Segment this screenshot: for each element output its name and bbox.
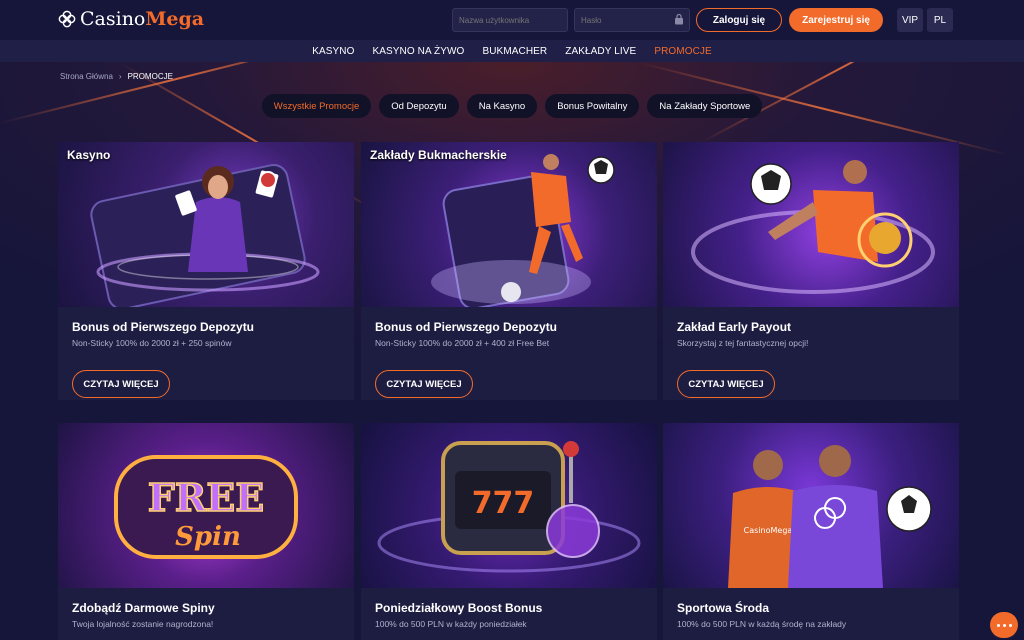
chat-dot-icon <box>1002 623 1006 627</box>
early-payout-illustration <box>691 160 935 294</box>
filter-welcome-bonus[interactable]: Bonus Powitalny <box>545 94 640 118</box>
chat-dot-icon <box>996 623 1000 627</box>
breadcrumb: Strona Główna › PROMOCJE <box>60 72 173 81</box>
free-text: FREE <box>148 475 265 520</box>
promo-title: Zdobądź Darmowe Spiny <box>72 601 215 615</box>
logo-text-casino: Casino <box>80 8 146 30</box>
slot-machine-illustration: 777 <box>377 441 641 573</box>
promo-subtitle: 100% do 500 PLN w każdą środę na zakłady <box>677 619 847 629</box>
promo-image-free-spins[interactable]: FREE Spin <box>58 423 354 588</box>
read-more-button[interactable]: CZYTAJ WIĘCEJ <box>72 370 170 398</box>
promo-title: Bonus od Pierwszego Depozytu <box>375 320 558 334</box>
promo-card-monday-boost: 777 Poniedziałkowy Boost Bonus 100% do 5… <box>361 423 657 640</box>
promo-subtitle: Twoja lojalność zostanie nagrodzona! <box>72 619 214 629</box>
top-header: CasinoMega Zaloguj się Zarejestruj się V… <box>0 0 1024 40</box>
promo-image-casino[interactable]: Kasyno <box>58 142 354 307</box>
promo-image-sports[interactable]: Zakłady Bukmacherskie <box>361 142 657 307</box>
promo-tag: Kasyno <box>67 148 111 162</box>
password-field <box>574 8 690 32</box>
promo-title: Zakład Early Payout <box>677 320 792 334</box>
breadcrumb-home-link[interactable]: Strona Główna <box>60 72 113 81</box>
promo-image-sports-wednesday[interactable]: CasinoMega <box>663 423 959 588</box>
promo-title: Bonus od Pierwszego Depozytu <box>72 320 255 334</box>
casino-dealer-illustration <box>90 164 320 307</box>
promo-subtitle: Non-Sticky 100% do 2000 zł + 250 spinów <box>72 338 232 348</box>
filter-deposit[interactable]: Od Depozytu <box>379 94 459 118</box>
nav-item-zaklady-live[interactable]: ZAKŁADY LIVE <box>565 46 636 57</box>
nav-item-bukmacher[interactable]: BUKMACHER <box>482 46 547 57</box>
nav-item-kasyno[interactable]: KASYNO <box>312 46 354 57</box>
footballer-illustration <box>431 154 615 307</box>
filter-all-promotions[interactable]: Wszystkie Promocje <box>261 94 372 118</box>
main-nav: KASYNO KASYNO NA ŻYWO BUKMACHER ZAKŁADY … <box>0 40 1024 62</box>
password-input[interactable] <box>574 8 690 32</box>
promo-filter-bar: Wszystkie Promocje Od Depozytu Na Kasyno… <box>0 94 1024 118</box>
promo-image-monday-boost[interactable]: 777 <box>361 423 657 588</box>
promo-title: Poniedziałkowy Boost Bonus <box>375 601 543 615</box>
two-players-illustration: CasinoMega <box>728 445 932 588</box>
promo-card-sports-wednesday: CasinoMega Sportowa Środa 100% do 500 PL… <box>663 423 959 640</box>
brand-logo[interactable]: Casino Mega <box>58 8 204 30</box>
promo-subtitle: Skorzystaj z tej fantastycznej opcji! <box>677 338 809 348</box>
promo-image-early-payout[interactable] <box>663 142 959 307</box>
promo-tag: Zakłady Bukmacherskie <box>370 148 507 162</box>
breadcrumb-separator: › <box>118 72 122 81</box>
filter-sports-bets[interactable]: Na Zakłady Sportowe <box>647 94 763 118</box>
vip-button[interactable]: VIP <box>897 8 923 32</box>
free-spin-illustration: FREE Spin <box>114 455 298 559</box>
lock-icon <box>675 13 683 25</box>
promo-card-early-payout: Zakład Early Payout Skorzystaj z tej fan… <box>663 142 959 400</box>
nav-item-kasyno-na-zywo[interactable]: KASYNO NA ŻYWO <box>372 46 464 57</box>
live-chat-button[interactable] <box>990 612 1018 638</box>
sevens-text: 777 <box>472 486 535 521</box>
promo-card-free-spins: FREE Spin Zdobądź Darmowe Spiny Twoja lo… <box>58 423 354 640</box>
promo-card-casino-deposit: Kasyno Bonus od Pierwszego Depozytu Non-… <box>58 142 354 400</box>
nav-item-promocje[interactable]: PROMOCJE <box>654 46 711 57</box>
promo-title: Sportowa Środa <box>677 601 770 615</box>
filter-casino[interactable]: Na Kasyno <box>466 94 538 118</box>
read-more-button[interactable]: CZYTAJ WIĘCEJ <box>677 370 775 398</box>
promo-subtitle: Non-Sticky 100% do 2000 zł + 400 zł Free… <box>375 338 550 348</box>
jersey-text: CasinoMega <box>744 526 793 535</box>
promo-card-sports-deposit: Zakłady Bukmacherskie Bonus od Pierwszeg… <box>361 142 657 400</box>
register-button[interactable]: Zarejestruj się <box>789 8 883 32</box>
read-more-button[interactable]: CZYTAJ WIĘCEJ <box>375 370 473 398</box>
login-button[interactable]: Zaloguj się <box>696 8 782 32</box>
chat-dot-icon <box>1008 623 1012 627</box>
spin-text: Spin <box>175 522 241 552</box>
language-selector[interactable]: PL <box>927 8 953 32</box>
username-input[interactable] <box>452 8 568 32</box>
clover-logo-icon <box>58 10 76 28</box>
logo-text-mega: Mega <box>145 8 205 30</box>
promo-subtitle: 100% do 500 PLN w każdy poniedziałek <box>375 619 527 629</box>
breadcrumb-current: PROMOCJE <box>127 72 173 81</box>
